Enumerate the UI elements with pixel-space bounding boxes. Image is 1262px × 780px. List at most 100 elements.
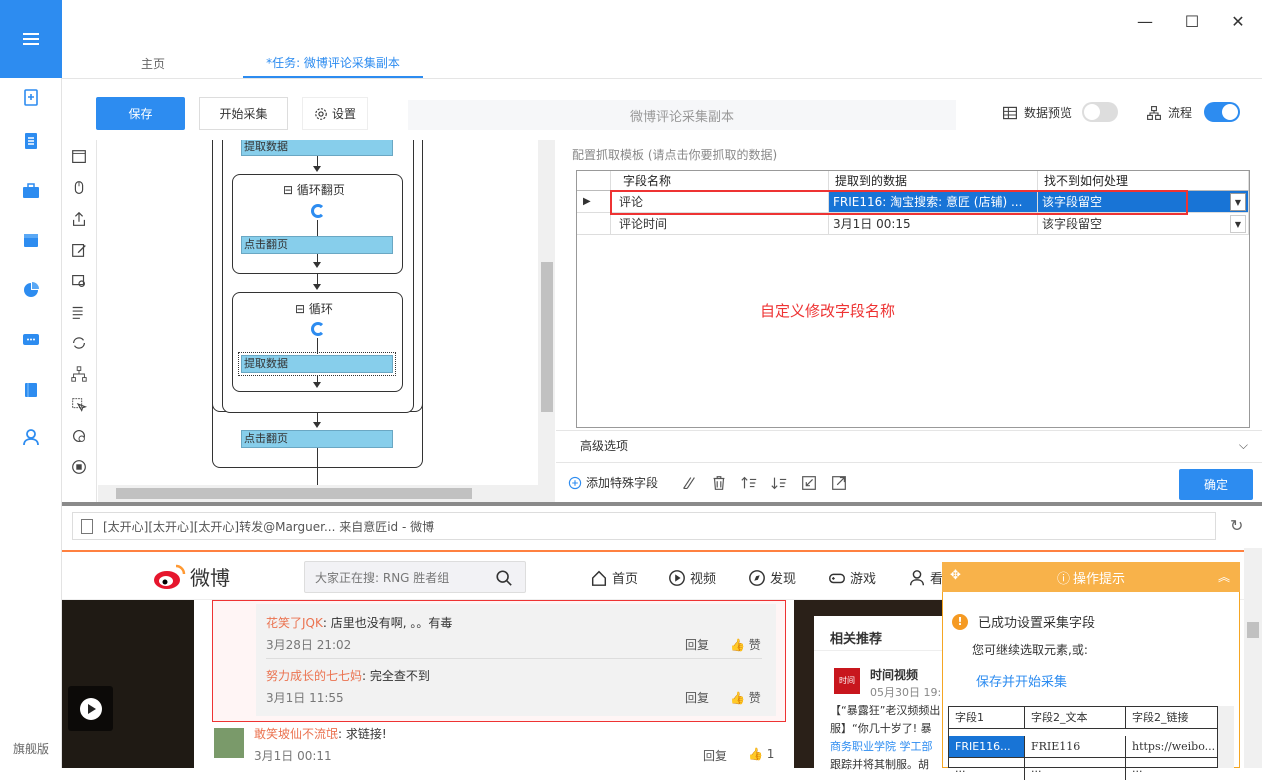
preview-cell-3[interactable]: https://weibo... — [1126, 736, 1219, 758]
field-handle-select[interactable]: 该字段留空 ▼ — [1038, 191, 1249, 213]
weibo-nav-game[interactable]: 游戏 — [828, 568, 876, 587]
preview-cell-5[interactable]: ... — [1025, 758, 1126, 780]
start-collect-button[interactable]: 开始采集 — [199, 97, 288, 130]
tab-home[interactable]: 主页 — [110, 48, 196, 78]
comment-3-like[interactable]: 👍 1 — [748, 747, 774, 761]
move-up-icon[interactable] — [740, 474, 760, 494]
canvas-horizontal-thumb[interactable] — [116, 488, 472, 499]
flow-toggle[interactable] — [1204, 102, 1240, 122]
confirm-button[interactable]: 确定 — [1179, 469, 1253, 500]
advanced-options[interactable]: 高级选项 ⌵ — [556, 430, 1262, 460]
field-data-cell[interactable]: FRIE116: 淘宝搜索: 意匠 (店铺) ... — [829, 191, 1038, 213]
loop-icon[interactable] — [70, 334, 90, 354]
popup-message: ! 已成功设置采集字段 — [952, 612, 1095, 631]
popup-msg: 已成功设置采集字段 — [978, 616, 1096, 631]
preview-cell-2[interactable]: FRIE116 — [1025, 736, 1126, 758]
flow-icon — [1147, 105, 1161, 120]
store-icon[interactable] — [20, 229, 42, 251]
gear-icon — [315, 107, 327, 120]
toolbox-icon[interactable] — [20, 180, 42, 202]
weibo-search-input[interactable]: 大家正在搜: RNG 胜者组 — [304, 561, 526, 593]
weibo-logo[interactable]: 微博 — [152, 562, 230, 591]
condition-icon[interactable] — [70, 365, 90, 385]
user-icon[interactable] — [20, 426, 42, 448]
weibo-nav-look[interactable]: 看 — [908, 568, 943, 587]
table-icon — [1003, 106, 1017, 119]
open-page-icon[interactable] — [70, 148, 90, 168]
popup-header[interactable]: ✥ ⓘ 操作提示 ︽ — [942, 562, 1240, 592]
comment-2-text: : 完全查不到 — [362, 669, 430, 683]
dropdown-arrow-icon[interactable]: ▼ — [1230, 193, 1246, 211]
move-icon[interactable]: ✥ — [950, 568, 961, 583]
step-extract-data-1[interactable]: 提取数据 — [241, 140, 393, 156]
refresh-loop-icon[interactable] — [70, 427, 90, 447]
settings-button[interactable]: 设置 — [302, 97, 368, 130]
new-task-icon[interactable] — [20, 86, 42, 108]
preview-header-3: 字段2_链接 — [1126, 707, 1219, 729]
video-thumbnail[interactable] — [62, 600, 194, 768]
menu-icon[interactable] — [0, 0, 62, 78]
comment-1-user[interactable]: 花笑了JQK — [266, 616, 323, 630]
save-button[interactable]: 保存 — [96, 97, 185, 130]
comment-1-like[interactable]: 👍 赞 — [730, 636, 761, 653]
field-handle-select-2[interactable]: 该字段留空 ▼ — [1038, 213, 1249, 235]
play-icon[interactable] — [68, 686, 113, 731]
minimize-button[interactable]: — — [1134, 10, 1156, 32]
comment-2-like[interactable]: 👍 赞 — [730, 689, 761, 706]
canvas-vertical-thumb[interactable] — [541, 262, 553, 412]
chart-icon[interactable] — [20, 279, 42, 301]
stop-icon[interactable] — [70, 458, 90, 478]
maximize-button[interactable]: ☐ — [1181, 10, 1203, 32]
comment-2-reply[interactable]: 回复 — [685, 689, 709, 706]
open-link-icon[interactable] — [830, 474, 850, 494]
field-name-input[interactable]: 评论 — [611, 191, 829, 213]
locate-element-icon[interactable] — [800, 474, 820, 494]
data-preview-toggle[interactable] — [1082, 102, 1118, 122]
comment-1-reply[interactable]: 回复 — [685, 636, 709, 653]
switch-dropdown-icon[interactable] — [70, 303, 90, 323]
related-source[interactable]: 时间视频 — [870, 666, 918, 683]
comment-3-user[interactable]: 敢笑坡仙不流氓 — [254, 727, 338, 741]
captcha-icon[interactable] — [70, 272, 90, 292]
weibo-nav-discover[interactable]: 发现 — [748, 568, 796, 587]
message-icon[interactable] — [20, 329, 42, 351]
move-down-icon[interactable] — [770, 474, 790, 494]
collapse-icon[interactable]: ︽ — [1218, 568, 1230, 585]
config-label: 配置抓取模板 (请点击你要抓取的数据) — [572, 148, 778, 162]
grid-header-handle: 找不到如何处理 — [1038, 171, 1249, 191]
task-list-icon[interactable] — [20, 130, 42, 152]
mouse-hover-icon[interactable] — [70, 396, 90, 416]
field-name-cell-2[interactable]: 评论时间 — [611, 213, 829, 235]
input-text-icon[interactable] — [70, 241, 90, 261]
weibo-nav-video[interactable]: 视频 — [668, 568, 716, 587]
preview-cell-1[interactable]: FRIE116... — [949, 736, 1025, 758]
edit-field-icon[interactable] — [680, 474, 700, 494]
weibo-nav-home[interactable]: 首页 — [590, 568, 638, 587]
book-icon[interactable] — [20, 379, 42, 401]
step-click-page-1[interactable]: 点击翻页 — [241, 236, 393, 254]
add-special-field-button[interactable]: 添加特殊字段 — [568, 474, 658, 491]
upload-icon[interactable] — [70, 210, 90, 230]
panel-splitter[interactable] — [62, 502, 1262, 506]
search-icon[interactable] — [495, 569, 513, 587]
click-element-icon[interactable] — [70, 179, 90, 199]
row-indicator-2 — [577, 213, 611, 235]
comment-2-user[interactable]: 努力成长的七七妈 — [266, 669, 362, 683]
close-button[interactable]: ✕ — [1227, 10, 1249, 32]
save-and-start-link[interactable]: 保存并开始采集 — [976, 671, 1067, 690]
address-bar[interactable]: [太开心][太开心][太开心]转发@Marguer... 来自意匠id - 微博 — [72, 512, 1216, 540]
dropdown-arrow-icon-2[interactable]: ▼ — [1230, 215, 1246, 233]
field-data-cell-2[interactable]: 3月1日 00:15 — [829, 213, 1038, 235]
refresh-icon[interactable]: ↻ — [1230, 516, 1243, 535]
trash-icon[interactable] — [710, 474, 730, 494]
related-line-3[interactable]: 商务职业学院 学工部 — [830, 738, 933, 754]
preview-cell-6[interactable]: ... — [1126, 758, 1219, 780]
comment-3-reply[interactable]: 回复 — [703, 747, 727, 764]
popup-table-scrollbar[interactable] — [1218, 706, 1234, 768]
preview-cell-4[interactable]: ... — [949, 758, 1025, 780]
tab-task[interactable]: *任务: 微博评论采集副本 — [243, 48, 423, 78]
gamepad-icon — [829, 573, 845, 583]
web-scrollbar[interactable] — [1244, 548, 1262, 768]
task-name-input[interactable]: 微博评论采集副本 — [408, 100, 956, 130]
avatar[interactable] — [214, 728, 244, 758]
